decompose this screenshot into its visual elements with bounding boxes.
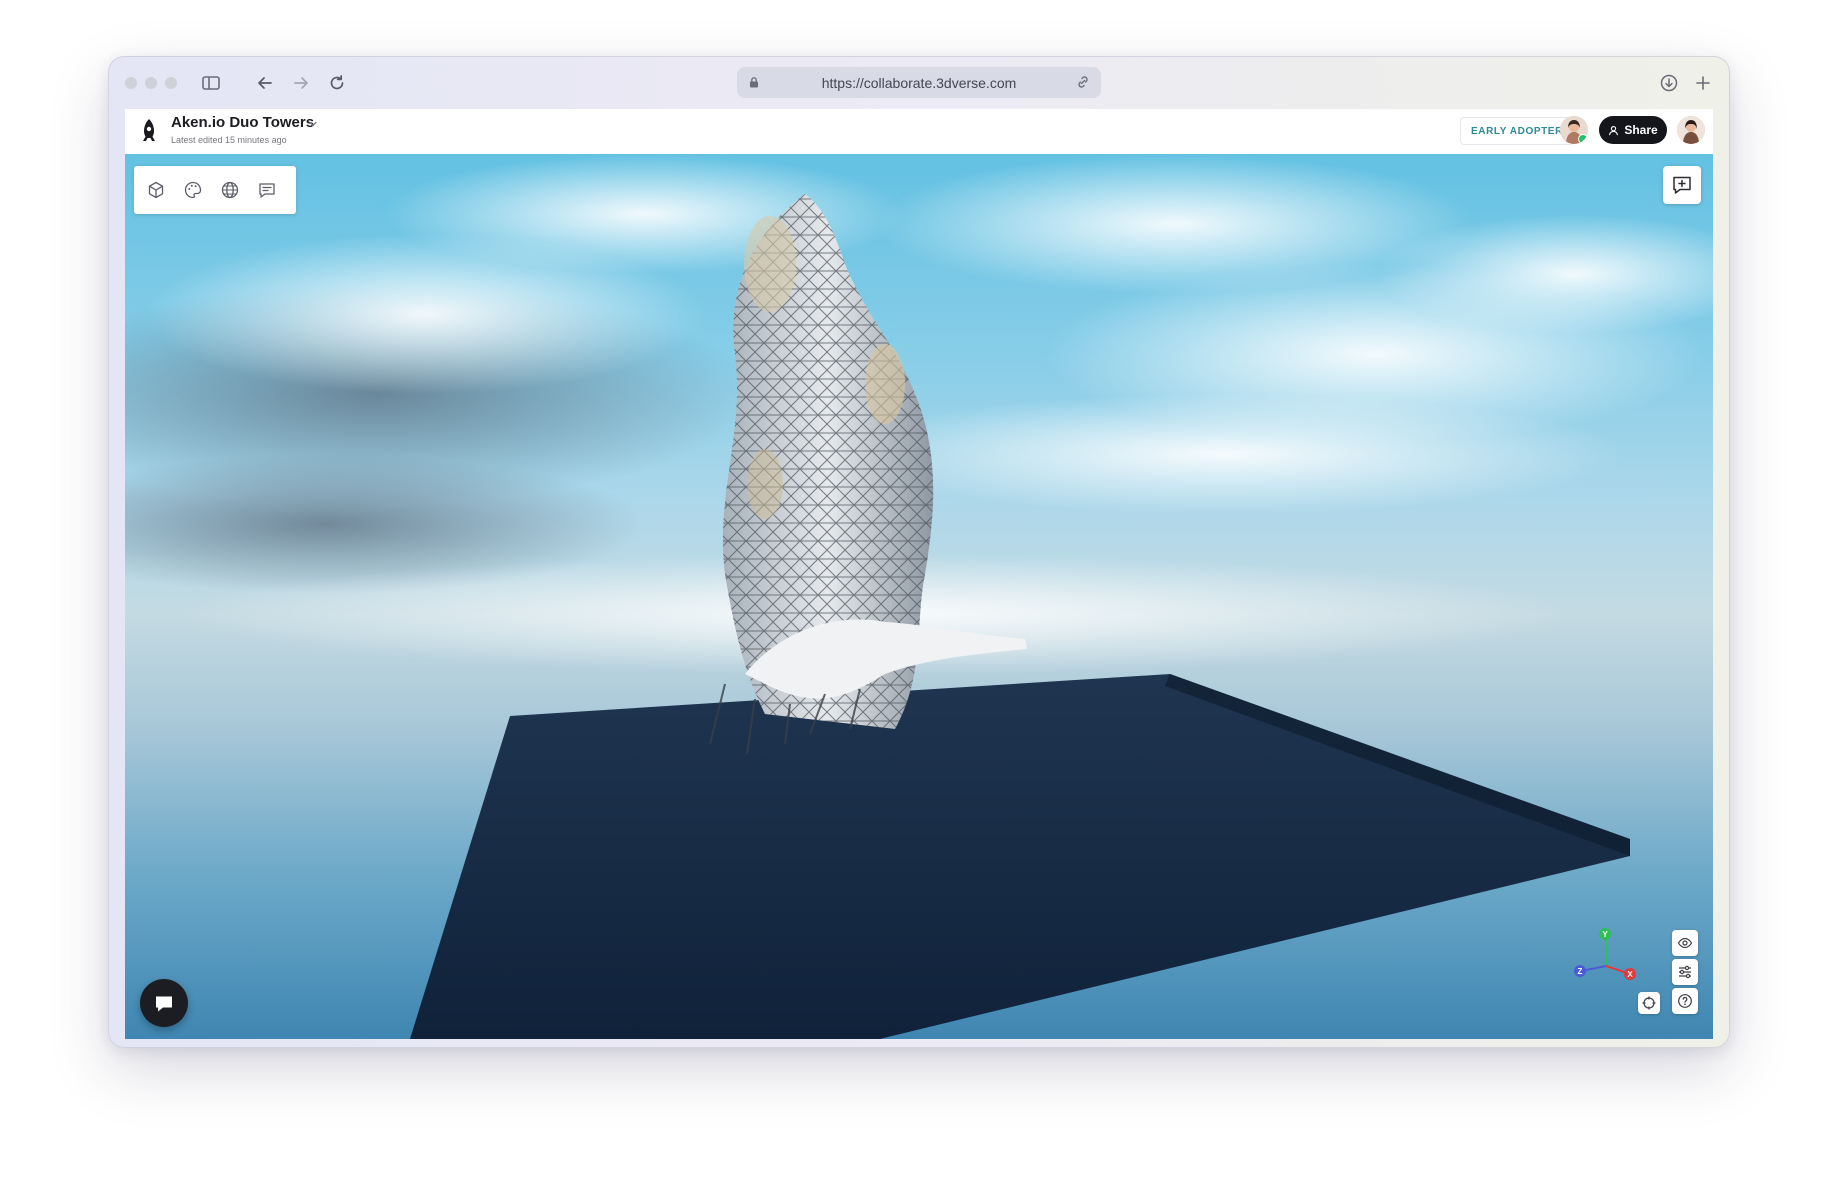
online-status-dot [1578, 134, 1588, 144]
sidebar-toggle-icon[interactable] [199, 71, 223, 95]
scene-toolbar [134, 166, 296, 214]
forward-arrow-icon[interactable] [289, 71, 313, 95]
zoom-window-dot[interactable] [165, 77, 177, 89]
sliders-icon [1679, 965, 1691, 979]
eye-icon [1677, 937, 1693, 949]
comment-icon[interactable] [255, 178, 279, 202]
app-logo-icon[interactable] [135, 116, 163, 144]
browser-window: https://collaborate.3dverse.com Aken.io … [108, 56, 1730, 1048]
collaborator-avatar[interactable] [1560, 116, 1588, 144]
url-text[interactable]: https://collaborate.3dverse.com [822, 75, 1017, 91]
close-window-dot[interactable] [125, 77, 137, 89]
reload-icon[interactable] [325, 71, 349, 95]
share-button-label: Share [1624, 123, 1658, 137]
settings-sliders-button[interactable] [1672, 959, 1698, 985]
project-title[interactable]: Aken.io Duo Towers [171, 114, 314, 131]
chat-bubble-icon [156, 996, 172, 1012]
help-icon [1678, 994, 1692, 1008]
axis-z-label[interactable]: Z [1574, 965, 1586, 977]
back-arrow-icon[interactable] [253, 71, 277, 95]
download-icon[interactable] [1657, 71, 1681, 95]
app-header: Aken.io Duo Towers Latest edited 15 minu… [125, 109, 1713, 155]
user-icon [1609, 125, 1619, 135]
link-icon[interactable] [1075, 74, 1091, 90]
early-adopter-badge: EARLY ADOPTER [1460, 117, 1574, 145]
help-button[interactable] [1672, 988, 1698, 1014]
cube-icon[interactable] [144, 178, 168, 202]
new-tab-plus-icon[interactable] [1691, 71, 1715, 95]
browser-titlebar: https://collaborate.3dverse.com [109, 57, 1729, 109]
user-profile-avatar[interactable] [1677, 116, 1705, 144]
address-bar[interactable]: https://collaborate.3dverse.com [737, 67, 1101, 98]
minimize-window-dot[interactable] [145, 77, 157, 89]
lock-icon [750, 77, 758, 88]
palette-icon[interactable] [181, 178, 205, 202]
3d-scene-render[interactable] [125, 154, 1713, 1039]
crosshair-icon [1642, 996, 1656, 1010]
share-button[interactable]: Share [1599, 116, 1667, 144]
last-edited-text: Latest edited 15 minutes ago [171, 135, 287, 145]
add-comment-button[interactable] [1663, 166, 1701, 204]
axis-y-label[interactable]: Y [1599, 928, 1611, 940]
globe-icon[interactable] [218, 178, 242, 202]
add-comment-icon [1673, 176, 1691, 194]
visibility-button[interactable] [1672, 930, 1698, 956]
3d-viewport[interactable]: Y Z X [125, 154, 1713, 1039]
chat-button[interactable] [140, 979, 188, 1027]
chevron-down-icon[interactable] [307, 118, 319, 130]
axis-x-label[interactable]: X [1624, 968, 1636, 980]
recenter-button[interactable] [1638, 992, 1660, 1014]
